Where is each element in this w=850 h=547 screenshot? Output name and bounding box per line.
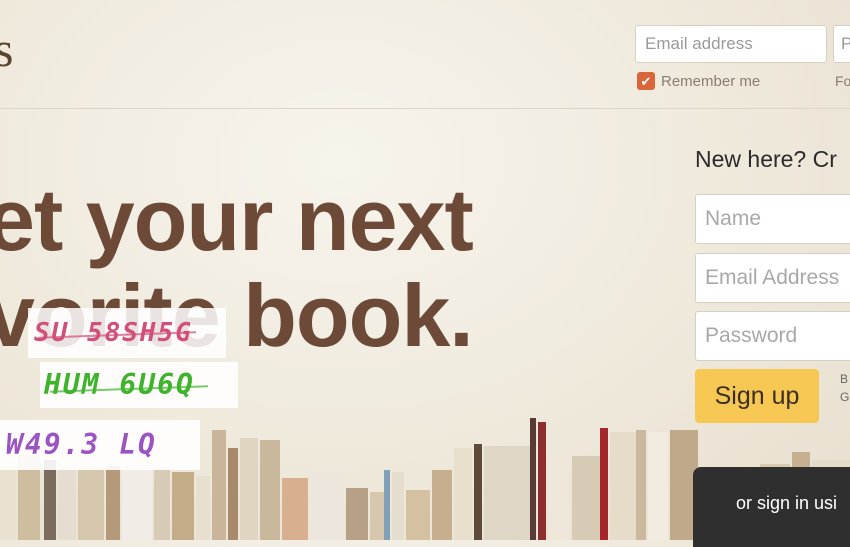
signup-heading: New here? Cr xyxy=(695,146,837,172)
logo[interactable]: s xyxy=(0,20,14,78)
checkbox-checked-icon[interactable]: ✔ xyxy=(637,72,655,90)
social-signin-label[interactable]: or sign in usi xyxy=(736,493,837,514)
captcha-image-2: HUM 6U6Q xyxy=(40,362,238,408)
hero-line-1: et your next xyxy=(0,170,474,269)
sign-up-button[interactable]: Sign up xyxy=(695,369,819,423)
signup-fine-print: B G c xyxy=(840,372,850,404)
signup-password-input[interactable] xyxy=(695,311,850,361)
login-email-input[interactable] xyxy=(635,25,827,63)
captcha-image-3: W49.3 LQ xyxy=(0,420,200,470)
remember-me[interactable]: ✔ Remember me xyxy=(637,72,760,90)
remember-me-label: Remember me xyxy=(661,72,761,90)
header-divider xyxy=(0,108,850,109)
login-password-input[interactable] xyxy=(833,25,850,63)
captcha-text-3: W49.3 LQ xyxy=(6,428,157,461)
forgot-password-link[interactable]: Fo xyxy=(835,73,850,89)
signup-email-input[interactable] xyxy=(695,253,850,303)
captcha-text-2: HUM 6U6Q xyxy=(44,368,195,401)
signup-name-input[interactable] xyxy=(695,194,850,244)
captcha-image-1: SU 58SH5G xyxy=(28,308,226,358)
